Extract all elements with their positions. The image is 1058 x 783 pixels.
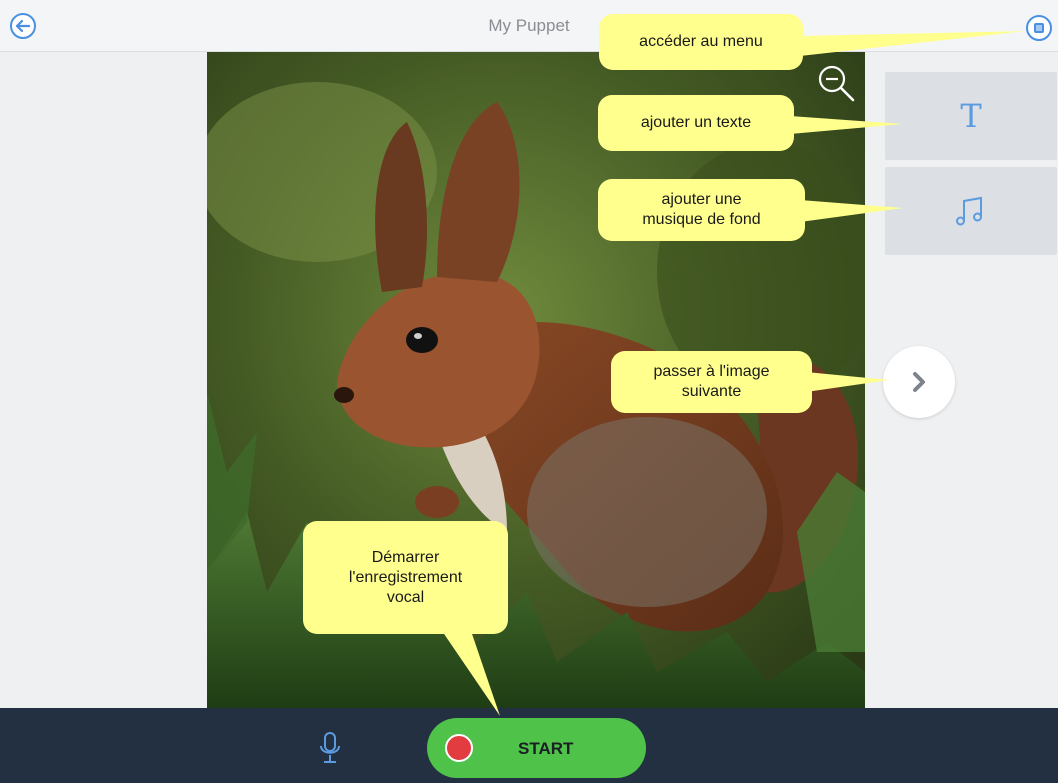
microphone-icon — [320, 732, 340, 763]
page-title: My Puppet — [488, 16, 570, 35]
zoom-out-icon — [818, 65, 855, 102]
chevron-right-icon — [913, 372, 925, 392]
menu-button[interactable] — [1026, 15, 1052, 41]
menu-icon — [1034, 23, 1044, 33]
text-icon: T — [960, 97, 982, 135]
music-note-icon — [956, 196, 982, 226]
callout-next: passer à l'image suivante — [611, 351, 812, 413]
callout-record: Démarrer l'enregistrement vocal — [303, 521, 508, 634]
next-image-button[interactable] — [883, 346, 955, 418]
callout-music: ajouter une musique de fond — [598, 179, 805, 241]
zoom-out-button[interactable] — [815, 62, 857, 104]
callout-next-text: passer à l'image suivante — [653, 363, 770, 400]
microphone-button[interactable] — [313, 728, 347, 768]
callout-record-text: Démarrer l'enregistrement vocal — [348, 548, 463, 606]
callout-text: ajouter un texte — [598, 95, 794, 151]
record-dot-icon — [445, 734, 473, 762]
start-label: START — [518, 739, 574, 758]
callout-menu-text: accéder au menu — [639, 33, 763, 50]
add-text-button[interactable]: T — [885, 72, 1057, 160]
start-recording-button[interactable]: START — [427, 718, 646, 778]
callout-music-text: ajouter une musique de fond — [642, 191, 761, 228]
callout-text-text: ajouter un texte — [640, 114, 752, 131]
add-music-button[interactable] — [885, 167, 1057, 255]
callout-menu: accéder au menu — [599, 14, 803, 70]
